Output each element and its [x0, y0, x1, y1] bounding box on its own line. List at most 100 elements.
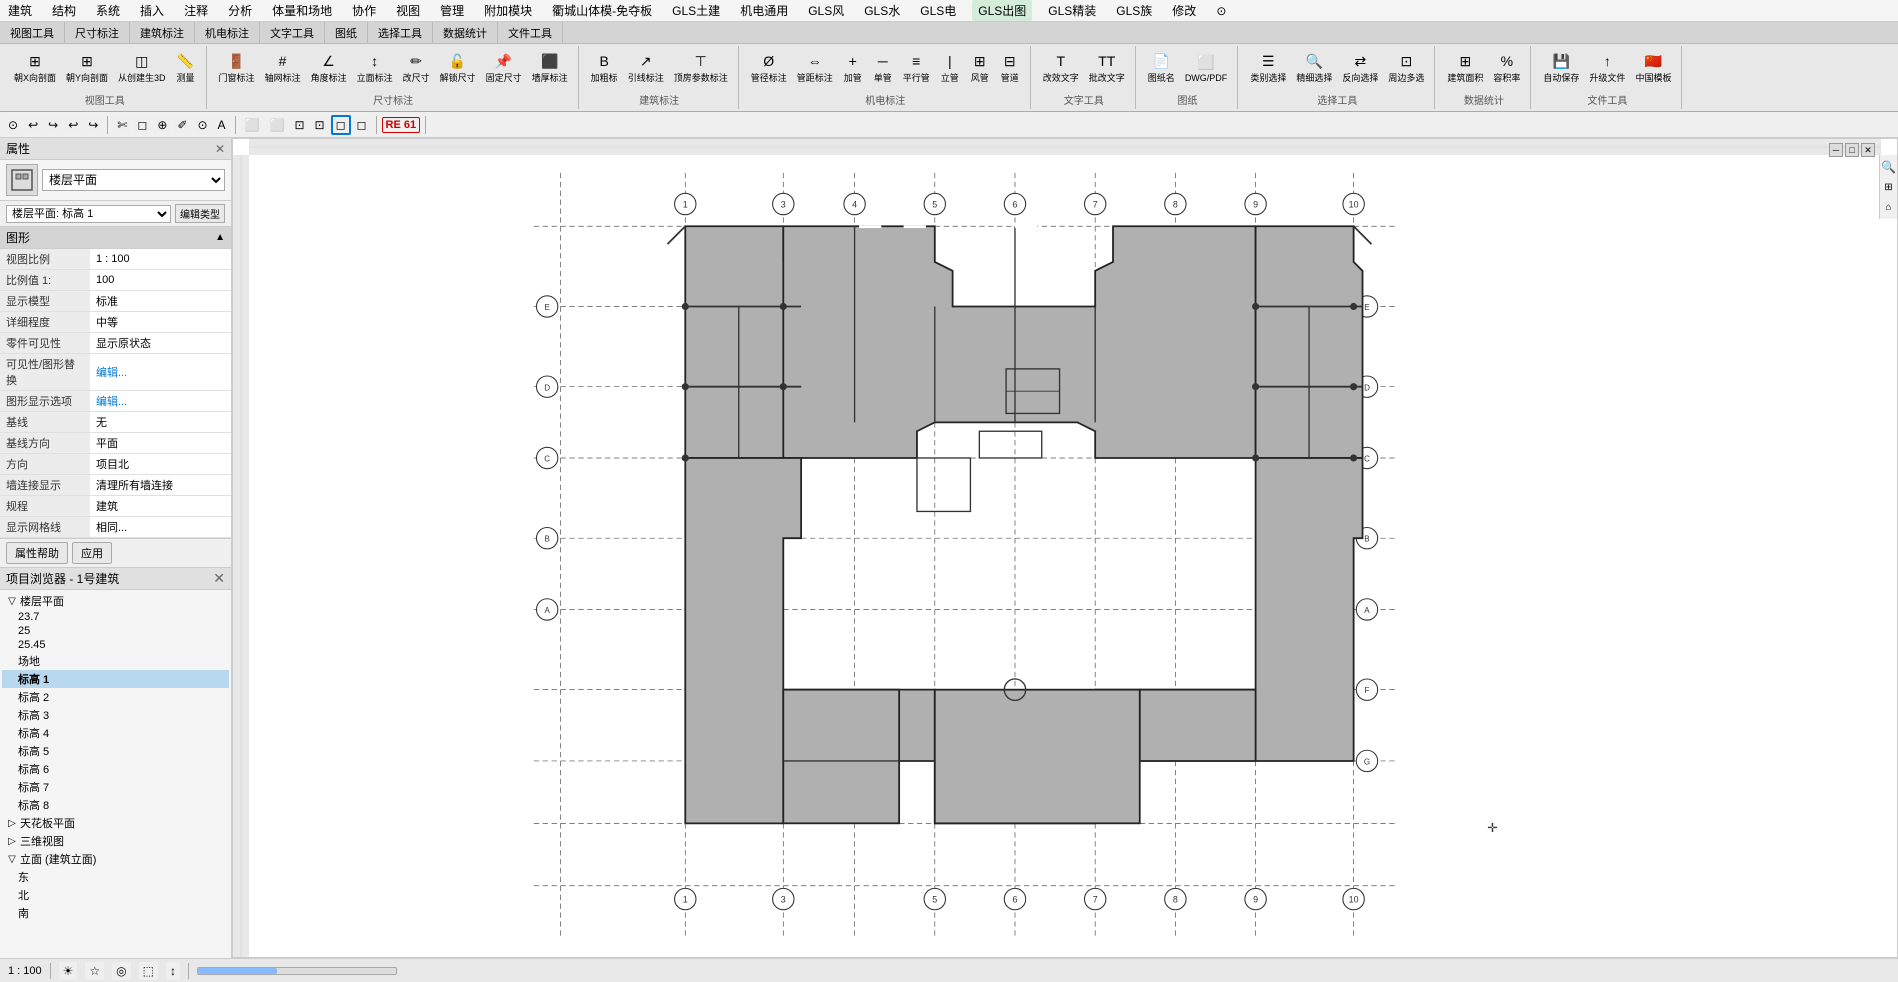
btn-pipe-dist[interactable]: ⇔ 管距标注 — [793, 48, 837, 87]
prop-value-wall-join[interactable]: 清理所有墙连接 — [90, 475, 231, 496]
btn-angle[interactable]: ∠ 角度标注 — [307, 48, 351, 87]
tree-item-ceiling[interactable]: ▷ 天花板平面 — [2, 814, 229, 832]
btn-cat-select[interactable]: ☰ 类别选择 — [1246, 48, 1290, 87]
tree-item-25-45[interactable]: 25.45 — [2, 638, 229, 652]
btn-measure[interactable]: 📏 测量 — [172, 48, 200, 87]
btn-3d[interactable]: ◫ 从创建生3D — [114, 48, 170, 87]
btn-autosave[interactable]: 💾 自动保存 — [1539, 48, 1583, 87]
prop-value-discipline[interactable]: 建筑 — [90, 496, 231, 517]
tool-cut[interactable]: ✄ — [113, 116, 131, 134]
btn-door-window[interactable]: 🚪 门窗标注 — [215, 48, 259, 87]
btn-batch-change-text[interactable]: TT 批改文字 — [1085, 48, 1129, 87]
menu-item-cr[interactable]: 插入 — [136, 0, 168, 21]
tool-pen[interactable]: ✐ — [173, 116, 191, 134]
menu-item-jg[interactable]: 结构 — [48, 0, 80, 21]
props-apply-btn[interactable]: 应用 — [72, 542, 112, 564]
tool-box1[interactable]: ⬜ — [241, 116, 264, 134]
tool-undo2[interactable]: ↩ — [64, 116, 82, 134]
drawing-area[interactable]: ─ □ ✕ 🔍 ⊞ ⌂ — [232, 138, 1898, 958]
tool-rect[interactable]: ◻ — [133, 116, 151, 134]
ribbon-tab-text[interactable]: 文字工具 — [260, 22, 325, 43]
btn-cn-template[interactable]: 🇨🇳 中国模板 — [1631, 48, 1675, 87]
prop-value-detail[interactable]: 中等 — [90, 312, 231, 333]
prop-value-parts[interactable]: 显示原状态 — [90, 333, 231, 354]
props-help-btn[interactable]: 属性帮助 — [6, 542, 68, 564]
menu-item-gls-tj[interactable]: GLS土建 — [668, 0, 724, 21]
drawing-viewport[interactable]: 1 3 4 5 6 7 8 9 10 1 — [249, 155, 1879, 957]
tree-item-level1[interactable]: 标高 1 — [2, 670, 229, 688]
menu-item-gls-d[interactable]: GLS电 — [916, 0, 960, 21]
tree-item-floor-plan[interactable]: ▽ 楼层平面 — [2, 592, 229, 610]
tool-grid1[interactable]: ⊡ — [290, 116, 308, 134]
menu-item-dot[interactable]: ⊙ — [1212, 2, 1230, 20]
status-sun-btn[interactable]: ☀ — [59, 962, 78, 980]
menu-item-zs[interactable]: 注释 — [180, 0, 212, 21]
btn-dwg-pdf[interactable]: ⬜ DWG/PDF — [1181, 50, 1232, 86]
menu-item-jz[interactable]: 建筑 — [4, 0, 36, 21]
btn-sheet-name[interactable]: 📄 图纸名 — [1144, 48, 1179, 87]
btn-parallel-pipe[interactable]: ≡ 平行管 — [899, 48, 934, 87]
props-close-btn[interactable]: ✕ — [215, 142, 225, 156]
ribbon-tab-sheet[interactable]: 图纸 — [325, 22, 368, 43]
tool-undo[interactable]: ↩ — [24, 116, 42, 134]
tree-item-level4[interactable]: 标高 4 — [2, 724, 229, 742]
tool-box2[interactable]: ⬜ — [266, 116, 289, 134]
ribbon-tab-view-tools[interactable]: 视图工具 — [0, 22, 65, 43]
full-nav-btn[interactable]: ⊞ — [1881, 179, 1897, 195]
btn-top-param[interactable]: ⊤ 顶房参数标注 — [670, 48, 732, 87]
win-close-btn[interactable]: ✕ — [1861, 143, 1875, 157]
tree-item-level7[interactable]: 标高 7 — [2, 778, 229, 796]
btn-bold-mark[interactable]: B 加粗标 — [587, 48, 622, 87]
win-minimize-btn[interactable]: ─ — [1829, 143, 1843, 157]
btn-wall-thick[interactable]: ⬛ 墙厚标注 — [528, 48, 572, 87]
tool-view[interactable]: ⊙ — [193, 116, 211, 134]
menu-item-gls-ct[interactable]: GLS出图 — [972, 0, 1032, 21]
btn-add-mark[interactable]: + 加管 — [839, 48, 867, 87]
btn-reverse-select[interactable]: ⇄ 反向选择 — [1338, 48, 1382, 87]
props-section-header[interactable]: 图形 ▲ — [0, 227, 231, 249]
tree-item-south[interactable]: 南 — [2, 904, 229, 922]
btn-surround-select[interactable]: ⊡ 周边多选 — [1384, 48, 1428, 87]
menu-item-xt[interactable]: 系统 — [92, 0, 124, 21]
edit-type-btn[interactable]: 编辑类型 — [175, 204, 225, 223]
prop-value-vis[interactable]: 编辑... — [90, 354, 231, 391]
ribbon-tab-select[interactable]: 选择工具 — [368, 22, 433, 43]
tool-rect2[interactable]: ◻ — [331, 115, 351, 135]
tree-item-site[interactable]: 场地 — [2, 652, 229, 670]
btn-building-area[interactable]: ⊞ 建筑面积 — [1443, 48, 1487, 87]
ribbon-tab-file[interactable]: 文件工具 — [498, 22, 563, 43]
btn-pipe-anno[interactable]: ⊟ 管道 — [996, 48, 1024, 87]
menu-item-gls-f[interactable]: GLS风 — [804, 0, 848, 21]
tree-item-north[interactable]: 北 — [2, 886, 229, 904]
btn-upgrade[interactable]: ↑ 升级文件 — [1585, 48, 1629, 87]
tool-select[interactable]: ⊙ — [4, 116, 22, 134]
btn-leader-anno[interactable]: ↗ 引线标注 — [624, 48, 668, 87]
btn-fix-dim[interactable]: 📌 固定尺寸 — [482, 48, 526, 87]
ribbon-tab-mep-anno[interactable]: 机电标注 — [195, 22, 260, 43]
menu-item-gls-jz[interactable]: GLS精装 — [1044, 0, 1100, 21]
home-btn[interactable]: ⌂ — [1881, 199, 1897, 215]
menu-item-gls-zu[interactable]: GLS族 — [1112, 0, 1156, 21]
prop-value-scale[interactable]: 1 : 100 — [90, 249, 231, 270]
menu-item-fx[interactable]: 分析 — [224, 0, 256, 21]
prop-value-grid-display[interactable]: 相同... — [90, 517, 231, 538]
menu-item-ty[interactable]: 体量和场地 — [268, 0, 336, 21]
tree-item-level8[interactable]: 标高 8 — [2, 796, 229, 814]
menu-item-gls-jd[interactable]: 机电通用 — [736, 0, 792, 21]
tree-item-23-7[interactable]: 23.7 — [2, 610, 229, 624]
btn-pipe-diam[interactable]: Ø 管径标注 — [747, 48, 791, 87]
status-star-btn[interactable]: ☆ — [85, 962, 104, 980]
tree-item-level2[interactable]: 标高 2 — [2, 688, 229, 706]
tool-rect3[interactable]: ◻ — [353, 116, 371, 134]
btn-change-dim[interactable]: ✏ 改尺寸 — [399, 48, 434, 87]
prop-value-baseline[interactable]: 无 — [90, 412, 231, 433]
tool-redo[interactable]: ↪ — [44, 116, 62, 134]
zoom-btn[interactable]: 🔍 — [1881, 159, 1897, 175]
tool-text[interactable]: A — [214, 116, 230, 134]
menu-item-hz[interactable]: 协作 — [348, 0, 380, 21]
ribbon-tab-dim[interactable]: 尺寸标注 — [65, 22, 130, 43]
menu-item-st[interactable]: 视图 — [392, 0, 424, 21]
prop-value-scale-val[interactable]: 100 — [90, 270, 231, 291]
browser-close-btn[interactable]: ✕ — [213, 570, 225, 587]
menu-item-gl[interactable]: 管理 — [436, 0, 468, 21]
